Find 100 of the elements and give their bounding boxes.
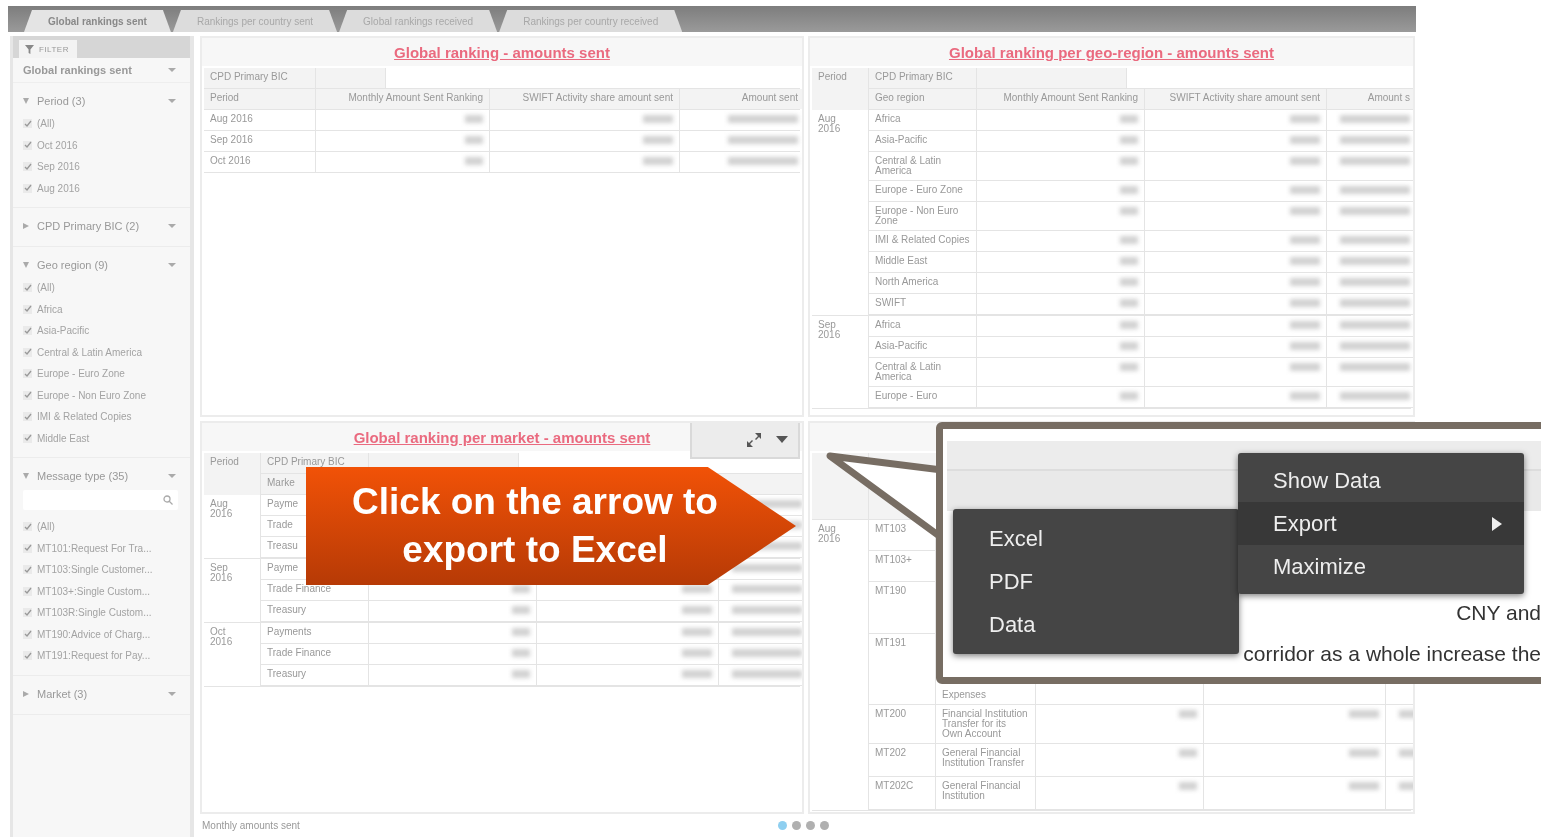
- expand-icon[interactable]: [746, 432, 762, 448]
- checkbox[interactable]: [23, 651, 32, 661]
- blurred-value: [1340, 186, 1410, 194]
- table-cell: Oct 2016: [204, 623, 261, 686]
- checkbox[interactable]: [23, 565, 32, 575]
- checkbox[interactable]: [23, 608, 32, 618]
- page-dot[interactable]: [778, 820, 787, 830]
- checkbox[interactable]: [23, 433, 32, 443]
- panel-title[interactable]: Global ranking per geo-region - amounts sent: [948, 43, 1274, 61]
- filter-option[interactable]: IMI & Related Copies: [23, 408, 176, 426]
- filter-group-header[interactable]: Message type (35): [23, 466, 176, 486]
- blurred-value: [732, 585, 802, 593]
- filter-option[interactable]: Europe - Non Euro Zone: [23, 386, 176, 404]
- table-cell: Middle East: [869, 252, 977, 272]
- blurred-value: [1290, 207, 1320, 215]
- blurred-value: [643, 136, 673, 144]
- header-cell: CPD Primary BIC: [869, 68, 977, 88]
- filter-option[interactable]: Asia-Pacific: [23, 322, 176, 340]
- checkbox[interactable]: [23, 586, 32, 596]
- filter-option[interactable]: MT103+:Single Custom...: [23, 582, 176, 600]
- menu-item[interactable]: Maximize: [1238, 545, 1524, 588]
- tab[interactable]: Global rankings sent: [24, 10, 171, 32]
- checkbox[interactable]: [23, 304, 32, 314]
- table-cell: Asia-Pacific: [869, 337, 977, 357]
- filter-option[interactable]: MT190:Advice of Charg...: [23, 625, 176, 643]
- checkbox[interactable]: [23, 140, 32, 150]
- filter-group-header[interactable]: CPD Primary BIC (2): [23, 216, 176, 236]
- blurred-value: [1120, 236, 1138, 244]
- blurred-value: [1120, 115, 1138, 123]
- filter-group-header[interactable]: Geo region (9): [23, 255, 176, 275]
- blurred-value: [1120, 157, 1138, 165]
- table-cell: North America: [869, 273, 977, 293]
- blurred-value: [1290, 236, 1320, 244]
- menu-item[interactable]: Excel: [953, 517, 1239, 560]
- table-cell: General Financial Institution: [936, 777, 1036, 809]
- page-dot[interactable]: [820, 820, 829, 830]
- checkbox[interactable]: [23, 326, 32, 336]
- filter-option[interactable]: Europe - Euro Zone: [23, 365, 176, 383]
- filter-option[interactable]: Central & Latin America: [23, 343, 176, 361]
- checkbox[interactable]: [23, 629, 32, 639]
- blurred-value: [1290, 257, 1320, 265]
- blurred-value: [1179, 710, 1197, 718]
- filter-option[interactable]: Oct 2016: [23, 136, 176, 154]
- table-cell: Asia-Pacific: [869, 131, 977, 151]
- column-header: Geo region: [869, 89, 977, 109]
- filter-option[interactable]: (All): [23, 279, 176, 297]
- blurred-value: [1120, 299, 1138, 307]
- menu-item[interactable]: PDF: [953, 560, 1239, 603]
- checkbox[interactable]: [23, 369, 32, 379]
- panel-title[interactable]: Global ranking per market - amounts sent: [353, 428, 651, 446]
- checkbox[interactable]: [23, 162, 32, 172]
- table-cell: Sep 2016: [204, 559, 261, 622]
- table-cell: Aug 2016: [812, 520, 869, 810]
- filter-group-header[interactable]: Period (3): [23, 91, 176, 111]
- filter-option[interactable]: MT101:Request For Tra...: [23, 539, 176, 557]
- table-cell: MT202C: [869, 777, 936, 809]
- table-cell: Aug 2016: [812, 110, 869, 315]
- caret-icon: [168, 474, 176, 478]
- checkbox[interactable]: [23, 347, 32, 357]
- filter-option[interactable]: Sep 2016: [23, 158, 176, 176]
- page-dot[interactable]: [792, 820, 801, 830]
- magnified-text: CNY and: [1456, 601, 1541, 625]
- blurred-value: [1120, 257, 1138, 265]
- checkbox[interactable]: [23, 522, 32, 532]
- checkbox[interactable]: [23, 119, 32, 129]
- checkbox[interactable]: [23, 183, 32, 193]
- filter-option[interactable]: MT191:Request for Pay...: [23, 647, 176, 665]
- filter-option[interactable]: (All): [23, 115, 176, 133]
- caret-icon: [168, 68, 176, 72]
- menu-item[interactable]: Export: [1238, 502, 1524, 545]
- caret-icon[interactable]: [776, 436, 788, 444]
- blurred-value: [465, 115, 483, 123]
- filter-dropdown[interactable]: Global rankings sent: [13, 58, 190, 83]
- callout-banner: Click on the arrow to export to Excel: [306, 467, 796, 585]
- filter-option[interactable]: MT103:Single Customer...: [23, 561, 176, 579]
- blurred-value: [1349, 749, 1379, 757]
- checkbox[interactable]: [23, 543, 32, 553]
- column-header: Amount sent: [680, 89, 802, 109]
- column-header: SWIFT Activity share amount sent: [1145, 89, 1327, 109]
- checkbox[interactable]: [23, 390, 32, 400]
- menu-item[interactable]: Show Data: [1238, 459, 1524, 502]
- filter-option[interactable]: Middle East: [23, 429, 176, 447]
- filter-group-header[interactable]: Market (3): [23, 683, 176, 704]
- table-cell: Central & Latin America: [869, 358, 977, 386]
- blurred-value: [1340, 115, 1410, 123]
- checkbox[interactable]: [23, 283, 32, 293]
- filter-option[interactable]: MT103R:Single Custom...: [23, 604, 176, 622]
- page-dot[interactable]: [806, 820, 815, 830]
- table-cell: Central & Latin America: [869, 152, 977, 180]
- blurred-value: [1290, 321, 1320, 329]
- filter-option[interactable]: (All): [23, 518, 176, 536]
- panel-title[interactable]: Global ranking - amounts sent: [394, 43, 610, 61]
- search-field[interactable]: [23, 490, 178, 510]
- table-cell: Trade Finance: [261, 644, 369, 664]
- footer-label: Monthly amounts sent: [202, 819, 300, 831]
- checkbox[interactable]: [23, 412, 32, 422]
- blurred-value: [512, 606, 530, 614]
- filter-tab[interactable]: FILTER: [19, 40, 77, 58]
- filter-option[interactable]: Aug 2016: [23, 179, 176, 197]
- filter-option[interactable]: Africa: [23, 300, 176, 318]
